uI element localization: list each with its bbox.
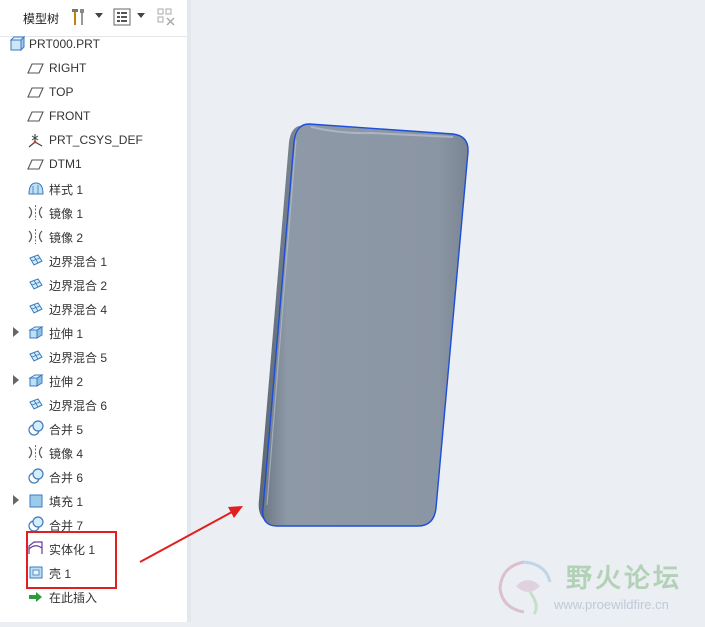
annotation-arrow [139,506,243,563]
watermark-logo-icon [498,560,552,615]
watermark: 野火论坛 www.proewildfire.cn [494,556,699,618]
annotation-arrow-line [139,511,233,563]
watermark-url: www.proewildfire.cn [554,597,669,612]
watermark-title: 野火论坛 [566,564,683,594]
